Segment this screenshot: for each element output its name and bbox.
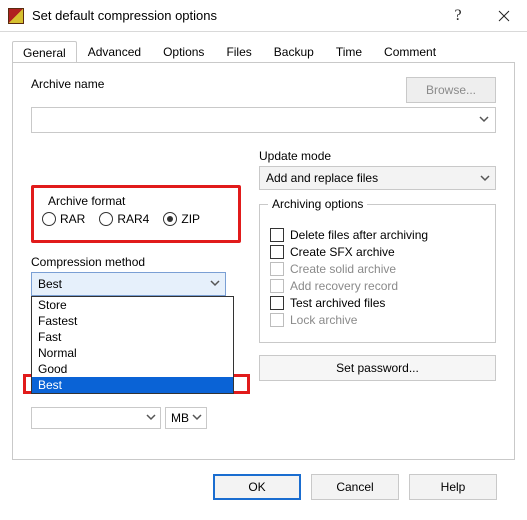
archive-name-label: Archive name	[31, 77, 388, 91]
archiving-options-legend: Archiving options	[268, 197, 367, 211]
check-recovery-record: Add recovery record	[270, 279, 485, 293]
chevron-down-icon[interactable]	[145, 411, 157, 426]
check-delete-after[interactable]: Delete files after archiving	[270, 228, 485, 242]
chevron-down-icon[interactable]	[191, 411, 203, 426]
compression-option-fastest[interactable]: Fastest	[32, 313, 233, 329]
split-size-unit-value: MB	[171, 411, 189, 425]
archiving-options-group: Archiving options Delete files after arc…	[259, 204, 496, 343]
window-title: Set default compression options	[32, 8, 435, 23]
compression-option-good[interactable]: Good	[32, 361, 233, 377]
split-size-input[interactable]	[31, 407, 161, 429]
check-lock-archive: Lock archive	[270, 313, 485, 327]
compression-option-normal[interactable]: Normal	[32, 345, 233, 361]
tab-advanced[interactable]: Advanced	[77, 40, 152, 62]
set-password-button[interactable]: Set password...	[259, 355, 496, 381]
check-test-archived[interactable]: Test archived files	[270, 296, 485, 310]
archive-name-input[interactable]	[31, 107, 496, 133]
tab-panel-general: Archive name Browse... Archive format RA…	[12, 62, 515, 460]
compression-method-select[interactable]: Best	[31, 272, 226, 296]
app-icon	[8, 8, 24, 24]
close-icon[interactable]	[481, 0, 527, 32]
cancel-button[interactable]: Cancel	[311, 474, 399, 500]
update-mode-value: Add and replace files	[266, 171, 378, 185]
tab-files[interactable]: Files	[215, 40, 262, 62]
archive-format-group: Archive format RAR RAR4 ZIP	[31, 185, 241, 243]
chevron-down-icon[interactable]	[479, 172, 491, 184]
tab-bar: General Advanced Options Files Backup Ti…	[12, 38, 515, 62]
check-create-solid: Create solid archive	[270, 262, 485, 276]
help-button[interactable]: Help	[409, 474, 497, 500]
split-size-unit-select[interactable]: MB	[165, 407, 207, 429]
tab-general[interactable]: General	[12, 41, 77, 63]
dialog-button-row: OK Cancel Help	[12, 460, 515, 514]
compression-method-label: Compression method	[31, 255, 241, 269]
tab-options[interactable]: Options	[152, 40, 215, 62]
compression-option-best[interactable]: Best	[32, 377, 233, 393]
archive-format-legend: Archive format	[48, 194, 125, 208]
radio-zip[interactable]: ZIP	[163, 212, 200, 226]
compression-option-fast[interactable]: Fast	[32, 329, 233, 345]
split-size-row: MB	[31, 407, 207, 429]
help-icon[interactable]: ?	[435, 0, 481, 32]
browse-button: Browse...	[406, 77, 496, 103]
update-mode-label: Update mode	[259, 149, 496, 163]
radio-rar4[interactable]: RAR4	[99, 212, 149, 226]
check-create-sfx[interactable]: Create SFX archive	[270, 245, 485, 259]
tab-comment[interactable]: Comment	[373, 40, 447, 62]
chevron-down-icon[interactable]	[478, 113, 490, 125]
ok-button[interactable]: OK	[213, 474, 301, 500]
compression-method-dropdown: Store Fastest Fast Normal Good Best	[31, 296, 234, 394]
radio-rar[interactable]: RAR	[42, 212, 85, 226]
compression-method-value: Best	[38, 277, 62, 291]
tab-time[interactable]: Time	[325, 40, 373, 62]
titlebar: Set default compression options ?	[0, 0, 527, 32]
chevron-down-icon[interactable]	[209, 277, 221, 292]
update-mode-select[interactable]: Add and replace files	[259, 166, 496, 190]
compression-option-store[interactable]: Store	[32, 297, 233, 313]
tab-backup[interactable]: Backup	[263, 40, 325, 62]
